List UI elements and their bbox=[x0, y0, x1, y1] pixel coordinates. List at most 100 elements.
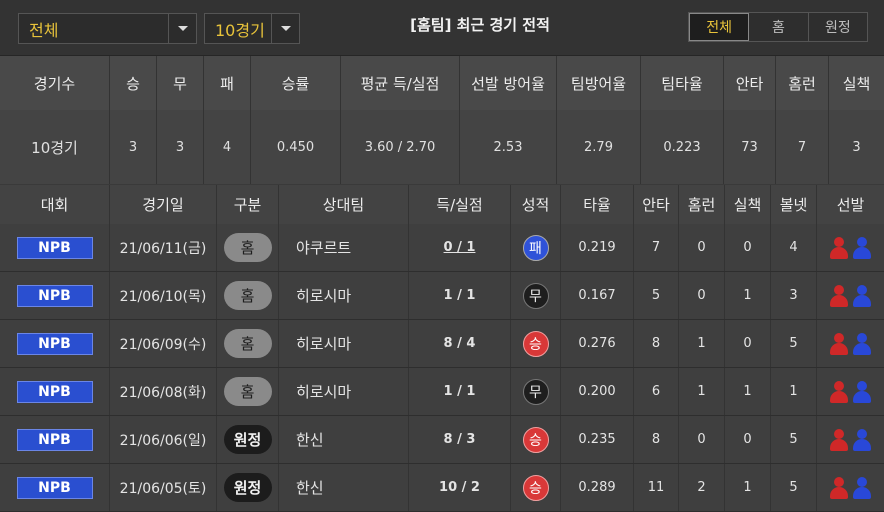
table-row[interactable]: NPB 21/06/09(수) 홈 히로시마 8 / 4 승 0.276 8 1 0 5 bbox=[0, 320, 884, 368]
errors-cell: 1 bbox=[725, 464, 771, 511]
summary-value-avg-score: 3.60 / 2.70 bbox=[341, 110, 460, 184]
avg-cell: 0.167 bbox=[561, 272, 634, 319]
opponent-cell: 야쿠르트 bbox=[279, 224, 409, 271]
venue-badge: 원정 bbox=[223, 473, 272, 502]
result-badge: 패 bbox=[522, 234, 549, 261]
games-header-avg: 타율 bbox=[561, 185, 634, 224]
league-filter-value: 전체 bbox=[29, 20, 59, 40]
date-cell: 21/06/09(수) bbox=[110, 320, 217, 367]
summary-value-win-rate: 0.450 bbox=[251, 110, 341, 184]
venue-cell: 홈 bbox=[217, 272, 279, 319]
games-header-hits: 안타 bbox=[634, 185, 679, 224]
games-header-venue: 구분 bbox=[217, 185, 279, 224]
games-header-errors: 실책 bbox=[725, 185, 771, 224]
league-cell: NPB bbox=[0, 320, 110, 367]
table-row[interactable]: NPB 21/06/08(화) 홈 히로시마 1 / 1 무 0.200 6 1 1 1 bbox=[0, 368, 884, 416]
starters-cell bbox=[817, 416, 884, 463]
home-runs-cell: 1 bbox=[679, 368, 725, 415]
home-pitcher-icon[interactable] bbox=[829, 236, 849, 260]
summary-header-win-rate: 승률 bbox=[251, 56, 341, 110]
games-header-home-runs: 홈런 bbox=[679, 185, 725, 224]
chevron-down-icon[interactable] bbox=[168, 14, 196, 43]
table-row[interactable]: NPB 21/06/06(일) 원정 한신 8 / 3 승 0.235 8 0 0 5 bbox=[0, 416, 884, 464]
score-value: 1 / 1 bbox=[443, 384, 476, 399]
summary-header-games: 경기수 bbox=[0, 56, 110, 110]
hits-cell: 8 bbox=[634, 320, 679, 367]
starters-cell bbox=[817, 464, 884, 511]
starters-cell bbox=[817, 224, 884, 271]
opponent-cell: 히로시마 bbox=[279, 368, 409, 415]
summary-header-starter-era: 선발 방어율 bbox=[460, 56, 557, 110]
table-row[interactable]: NPB 21/06/10(목) 홈 히로시마 1 / 1 무 0.167 5 0 1 3 bbox=[0, 272, 884, 320]
home-runs-cell: 0 bbox=[679, 416, 725, 463]
score-cell[interactable]: 0 / 1 bbox=[409, 224, 511, 271]
result-cell: 승 bbox=[511, 464, 561, 511]
home-runs-cell: 1 bbox=[679, 320, 725, 367]
walks-cell: 1 bbox=[771, 368, 817, 415]
chevron-down-icon[interactable] bbox=[271, 14, 299, 43]
away-pitcher-icon[interactable] bbox=[852, 380, 872, 404]
venue-badge: 원정 bbox=[223, 425, 272, 454]
avg-cell: 0.276 bbox=[561, 320, 634, 367]
away-pitcher-icon[interactable] bbox=[852, 332, 872, 356]
errors-cell: 0 bbox=[725, 416, 771, 463]
errors-cell: 0 bbox=[725, 320, 771, 367]
games-header-starters: 선발 bbox=[817, 185, 884, 224]
venue-cell: 홈 bbox=[217, 368, 279, 415]
away-pitcher-icon[interactable] bbox=[852, 428, 872, 452]
tab-home[interactable]: 홈 bbox=[749, 13, 809, 41]
home-pitcher-icon[interactable] bbox=[829, 332, 849, 356]
home-runs-cell: 0 bbox=[679, 272, 725, 319]
summary-value-team-era: 2.79 bbox=[557, 110, 641, 184]
hits-cell: 7 bbox=[634, 224, 679, 271]
home-pitcher-icon[interactable] bbox=[829, 476, 849, 500]
games-header-league: 대회 bbox=[0, 185, 110, 224]
summary-value-draws: 3 bbox=[157, 110, 204, 184]
result-badge: 승 bbox=[522, 474, 549, 501]
venue-cell: 홈 bbox=[217, 224, 279, 271]
score-value: 1 / 1 bbox=[443, 288, 476, 303]
date-cell: 21/06/05(토) bbox=[110, 464, 217, 511]
score-value: 8 / 3 bbox=[443, 432, 476, 447]
tab-away[interactable]: 원정 bbox=[809, 13, 867, 41]
summary-header-wins: 승 bbox=[110, 56, 157, 110]
away-pitcher-icon[interactable] bbox=[852, 236, 872, 260]
league-badge: NPB bbox=[16, 428, 93, 451]
result-cell: 무 bbox=[511, 368, 561, 415]
home-runs-cell: 0 bbox=[679, 224, 725, 271]
summary-value-team-avg: 0.223 bbox=[641, 110, 724, 184]
score-cell: 1 / 1 bbox=[409, 368, 511, 415]
home-pitcher-icon[interactable] bbox=[829, 284, 849, 308]
games-count-select[interactable]: 10경기 bbox=[204, 13, 300, 44]
league-cell: NPB bbox=[0, 368, 110, 415]
result-badge: 승 bbox=[522, 330, 549, 357]
walks-cell: 3 bbox=[771, 272, 817, 319]
opponent-cell: 히로시마 bbox=[279, 320, 409, 367]
league-filter-select[interactable]: 전체 bbox=[18, 13, 197, 44]
summary-header-draws: 무 bbox=[157, 56, 204, 110]
hits-cell: 6 bbox=[634, 368, 679, 415]
table-row[interactable]: NPB 21/06/11(금) 홈 야쿠르트 0 / 1 패 0.219 7 0 0 4 bbox=[0, 224, 884, 272]
avg-cell: 0.289 bbox=[561, 464, 634, 511]
summary-header-team-avg: 팀타율 bbox=[641, 56, 724, 110]
summary-value-errors: 3 bbox=[829, 110, 884, 184]
tab-all[interactable]: 전체 bbox=[689, 13, 750, 41]
date-cell: 21/06/06(일) bbox=[110, 416, 217, 463]
away-pitcher-icon[interactable] bbox=[852, 476, 872, 500]
summary-header-team-era: 팀방어율 bbox=[557, 56, 641, 110]
hits-cell: 11 bbox=[634, 464, 679, 511]
score-value: 10 / 2 bbox=[439, 480, 480, 495]
home-runs-cell: 2 bbox=[679, 464, 725, 511]
result-cell: 승 bbox=[511, 320, 561, 367]
home-pitcher-icon[interactable] bbox=[829, 380, 849, 404]
table-row[interactable]: NPB 21/06/05(토) 원정 한신 10 / 2 승 0.289 11 2 1 5 bbox=[0, 464, 884, 512]
opponent-cell: 한신 bbox=[279, 464, 409, 511]
venue-badge: 홈 bbox=[223, 377, 272, 406]
home-pitcher-icon[interactable] bbox=[829, 428, 849, 452]
summary-value-starter-era: 2.53 bbox=[460, 110, 557, 184]
score-value[interactable]: 0 / 1 bbox=[444, 240, 476, 255]
summary-value-wins: 3 bbox=[110, 110, 157, 184]
games-count-value: 10경기 bbox=[215, 20, 265, 40]
away-pitcher-icon[interactable] bbox=[852, 284, 872, 308]
result-badge: 승 bbox=[522, 426, 549, 453]
